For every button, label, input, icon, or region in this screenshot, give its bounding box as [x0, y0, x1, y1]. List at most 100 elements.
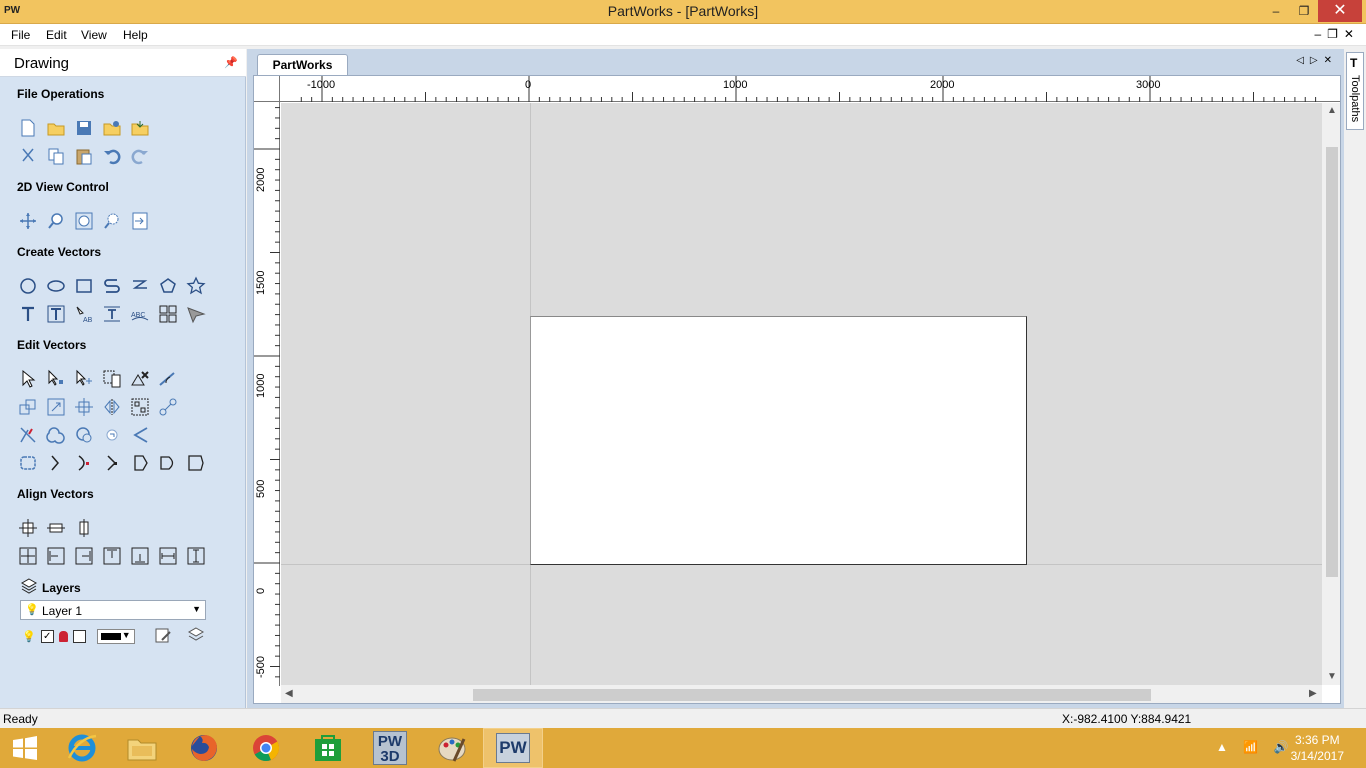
align-vertical-center-icon[interactable] [74, 518, 94, 538]
corner-vector-icon[interactable] [102, 453, 122, 473]
close-button[interactable]: ✕ [1318, 0, 1362, 22]
distribute-horizontal-icon[interactable] [158, 546, 178, 566]
smooth-vector-icon[interactable] [74, 453, 94, 473]
align-bottom-icon[interactable] [130, 546, 150, 566]
array-copy-icon[interactable] [158, 304, 178, 324]
store-icon[interactable] [298, 728, 358, 768]
transform-select-icon[interactable] [74, 369, 94, 389]
toolpaths-side-tab[interactable]: T Toolpaths [1346, 52, 1364, 130]
text-box-tool-icon[interactable] [46, 304, 66, 324]
layer-color-picker[interactable]: ▼ [96, 629, 135, 644]
curve-tool-icon[interactable] [130, 276, 150, 296]
paste-icon[interactable] [74, 146, 94, 166]
align-horizontal-center-icon[interactable] [46, 518, 66, 538]
internet-explorer-icon[interactable] [52, 728, 112, 768]
import-icon[interactable] [130, 118, 150, 138]
mirror-tool-icon[interactable] [102, 397, 122, 417]
maximize-button[interactable]: ❐ [1290, 0, 1318, 22]
rectangle-tool-icon[interactable] [74, 276, 94, 296]
text-tool-icon[interactable] [18, 304, 38, 324]
arc-vector-icon[interactable] [186, 453, 206, 473]
start-button[interactable] [0, 728, 50, 768]
save-icon[interactable] [74, 118, 94, 138]
align-right-icon[interactable] [74, 546, 94, 566]
scroll-left-icon[interactable]: ◀ [285, 688, 293, 699]
file-explorer-icon[interactable] [112, 728, 172, 768]
job-material-sheet[interactable] [530, 316, 1027, 565]
drawing-view[interactable] [281, 103, 1322, 685]
pin-icon[interactable]: 📌 [224, 56, 238, 69]
paint-icon[interactable] [422, 728, 482, 768]
horizontal-scroll-thumb[interactable] [473, 689, 1151, 701]
node-edit-icon[interactable] [46, 369, 66, 389]
pan-icon[interactable] [18, 211, 38, 231]
intersect-tool-icon[interactable] [102, 425, 122, 445]
align-left-icon[interactable] [46, 546, 66, 566]
scroll-down-icon[interactable]: ▼ [1327, 671, 1337, 682]
copy-icon[interactable] [46, 146, 66, 166]
move-tool-icon[interactable] [18, 397, 38, 417]
text-on-curve-icon[interactable]: AB [74, 304, 94, 324]
measure-tool-icon[interactable] [158, 369, 178, 389]
layer-properties-icon[interactable] [154, 626, 172, 647]
zoom-selection-icon[interactable] [102, 211, 122, 231]
clock[interactable]: 3:36 PM 3/14/2017 [1291, 732, 1344, 764]
chrome-icon[interactable] [236, 728, 296, 768]
view-export-icon[interactable] [130, 211, 150, 231]
open-file-icon[interactable] [46, 118, 66, 138]
undo-icon[interactable] [102, 146, 122, 166]
fillet-tool-icon[interactable] [130, 425, 150, 445]
layer-dropdown[interactable]: 💡 Layer 1 ▼ [20, 600, 206, 620]
layer-visible-icon[interactable]: 💡 [22, 630, 36, 643]
weld-tool-icon[interactable] [46, 425, 66, 445]
new-file-icon[interactable] [18, 118, 38, 138]
ellipse-tool-icon[interactable] [46, 276, 66, 296]
system-tray[interactable]: ▲ 📶 🔊 [1216, 740, 1294, 754]
zoom-icon[interactable] [46, 211, 66, 231]
polygon-tool-icon[interactable] [158, 276, 178, 296]
layer-manager-icon[interactable] [187, 626, 205, 647]
draw-tool-icon[interactable] [186, 304, 206, 324]
group-tool-icon[interactable] [130, 397, 150, 417]
align-top-icon[interactable] [102, 546, 122, 566]
save-as-icon[interactable] [102, 118, 122, 138]
polyline-tool-icon[interactable] [102, 276, 122, 296]
delete-selection-icon[interactable] [130, 369, 150, 389]
scroll-up-icon[interactable]: ▲ [1327, 105, 1337, 116]
distribute-vertical-icon[interactable] [186, 546, 206, 566]
join-vectors-icon[interactable] [158, 397, 178, 417]
pw3d-app-icon[interactable]: PW 3D [360, 728, 420, 768]
horizontal-scrollbar[interactable]: ◀ ▶ [281, 685, 1322, 703]
close-vector-icon[interactable] [46, 453, 66, 473]
vertical-scrollbar[interactable]: ▲ ▼ [1322, 103, 1340, 685]
menu-view[interactable]: View [81, 28, 107, 42]
offset-tool-icon[interactable] [18, 453, 38, 473]
align-page-center-icon[interactable] [18, 546, 38, 566]
vertical-scroll-thumb[interactable] [1326, 147, 1338, 577]
layer-visible-checkbox[interactable]: ✓ [40, 630, 54, 643]
rotate-tool-icon[interactable] [74, 397, 94, 417]
tab-navigation[interactable]: ◁▷✕ [1296, 55, 1338, 66]
interactive-select-icon[interactable] [102, 369, 122, 389]
firefox-icon[interactable] [174, 728, 234, 768]
scale-tool-icon[interactable] [46, 397, 66, 417]
arc-text-icon[interactable]: ABC [130, 304, 150, 324]
partworks-taskbar-icon[interactable]: PW [483, 728, 543, 768]
select-tool-icon[interactable] [18, 369, 38, 389]
menu-edit[interactable]: Edit [46, 28, 67, 42]
lock-icon[interactable] [58, 631, 68, 642]
star-tool-icon[interactable] [186, 276, 206, 296]
mdi-window-controls[interactable]: ‒❐✕ [1315, 27, 1361, 41]
cut-icon[interactable] [18, 146, 38, 166]
redo-icon[interactable] [130, 146, 150, 166]
tab-partworks[interactable]: PartWorks [257, 54, 348, 75]
show-hidden-icons-icon[interactable]: ▲ [1216, 740, 1234, 754]
subtract-tool-icon[interactable] [74, 425, 94, 445]
network-icon[interactable]: 📶 [1243, 740, 1264, 754]
scroll-right-icon[interactable]: ▶ [1309, 688, 1317, 699]
circle-tool-icon[interactable] [18, 276, 38, 296]
minimize-button[interactable]: ‒ [1262, 0, 1290, 22]
layer-lock-checkbox[interactable] [72, 630, 86, 643]
trim-tool-icon[interactable] [18, 425, 38, 445]
bezier-vector-icon[interactable] [130, 453, 150, 473]
